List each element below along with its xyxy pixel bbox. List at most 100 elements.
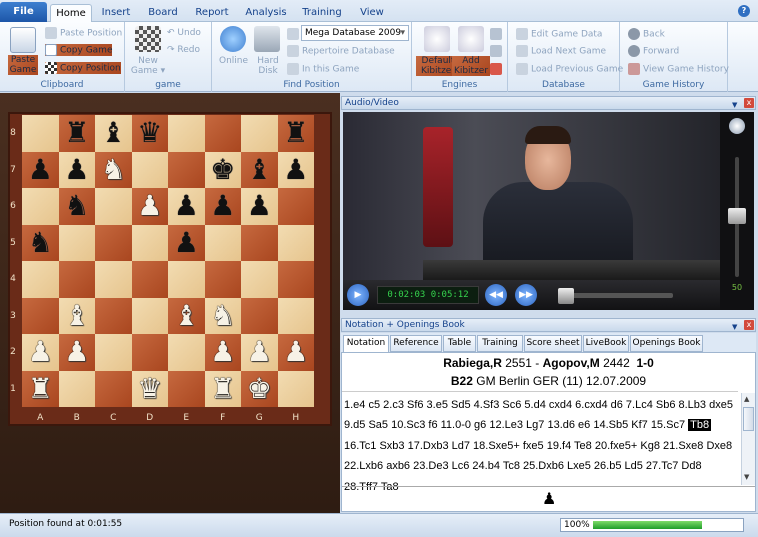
black-piece-h8[interactable]: ♜ [278, 115, 315, 152]
black-piece-h7[interactable]: ♟ [278, 152, 315, 189]
black-piece-b6[interactable]: ♞ [59, 188, 96, 225]
close-icon[interactable]: x [744, 98, 754, 108]
repertoire-database-button[interactable]: Repertoire Database [287, 45, 395, 57]
speaker-icon[interactable] [729, 118, 745, 134]
square-f5[interactable] [204, 224, 241, 261]
square-f8[interactable] [204, 115, 241, 152]
scrollbar-thumb[interactable] [743, 407, 754, 431]
tab-openings-book[interactable]: Openings Book [630, 335, 703, 352]
square-c5[interactable] [95, 224, 132, 261]
moves-before[interactable]: 1.e4 c5 2.c3 Sf6 3.e5 Sd5 4.Sf3 Sc6 5.d4… [344, 399, 733, 431]
tab-table[interactable]: Table [443, 335, 476, 352]
square-h6[interactable] [277, 188, 314, 225]
white-piece-b2[interactable]: ♟ [59, 334, 96, 371]
tab-report[interactable]: Report [193, 4, 231, 22]
white-piece-d1[interactable]: ♛ [132, 371, 169, 408]
square-g3[interactable] [241, 297, 278, 334]
tab-livebook[interactable]: LiveBook [583, 335, 629, 352]
white-piece-g1[interactable]: ♚ [241, 371, 278, 408]
black-piece-c8[interactable]: ♝ [95, 115, 132, 152]
view-game-history-button[interactable]: View Game History [628, 63, 729, 75]
database-select[interactable]: Mega Database 2009 ▾ [301, 25, 409, 41]
square-e7[interactable] [168, 151, 205, 188]
square-h4[interactable] [277, 261, 314, 298]
pin-icon[interactable]: ▼ [732, 99, 737, 111]
square-h1[interactable] [277, 370, 314, 407]
current-move[interactable]: Tb8 [688, 419, 712, 432]
white-piece-d6[interactable]: ♟ [132, 188, 169, 225]
square-h3[interactable] [277, 297, 314, 334]
help-button[interactable]: ? [738, 5, 750, 17]
square-e8[interactable] [168, 115, 205, 152]
uci-engine-icon[interactable] [490, 63, 502, 75]
moves-after[interactable]: 16.Tc1 Sxb3 17.Dxb3 Ld7 18.Sxe5+ fxe5 19… [344, 440, 732, 493]
notation-scrollbar[interactable]: ▲ ▼ [741, 393, 755, 485]
load-next-game-button[interactable]: Load Next Game [516, 45, 606, 57]
undo-button[interactable]: ↶ Undo [167, 28, 201, 38]
square-a8[interactable] [22, 115, 59, 152]
square-d5[interactable] [131, 224, 168, 261]
close-icon[interactable]: x [744, 320, 754, 330]
black-piece-a7[interactable]: ♟ [22, 152, 59, 189]
white-piece-f2[interactable]: ♟ [205, 334, 242, 371]
white-piece-g2[interactable]: ♟ [241, 334, 278, 371]
video-frame[interactable] [343, 112, 720, 280]
engine-list-icon[interactable] [490, 45, 502, 57]
tab-view[interactable]: View [357, 4, 387, 22]
square-f4[interactable] [204, 261, 241, 298]
tab-analysis[interactable]: Analysis [244, 4, 288, 22]
black-piece-b8[interactable]: ♜ [59, 115, 96, 152]
volume-slider-thumb[interactable] [728, 208, 746, 224]
black-piece-g7[interactable]: ♝ [241, 152, 278, 189]
black-piece-e6[interactable]: ♟ [168, 188, 205, 225]
file-tab[interactable]: File [0, 2, 47, 22]
load-previous-game-button[interactable]: Load Previous Game [516, 63, 623, 75]
move-list[interactable]: 1.e4 c5 2.c3 Sf6 3.e5 Sd5 4.Sf3 Sc6 5.d4… [344, 395, 737, 497]
square-e4[interactable] [168, 261, 205, 298]
redo-button[interactable]: ↷ Redo [167, 45, 200, 55]
tab-training[interactable]: Training [300, 4, 344, 22]
fast-forward-button[interactable]: ▶▶ [515, 284, 537, 306]
scroll-down-icon[interactable]: ▼ [744, 473, 749, 481]
square-b5[interactable] [58, 224, 95, 261]
square-a4[interactable] [22, 261, 59, 298]
square-g4[interactable] [241, 261, 278, 298]
tab-board[interactable]: Board [144, 4, 182, 22]
white-piece-h2[interactable]: ♟ [278, 334, 315, 371]
paste-position-button[interactable]: Paste Position [45, 27, 122, 39]
square-d2[interactable] [131, 334, 168, 371]
black-piece-e5[interactable]: ♟ [168, 225, 205, 262]
square-e1[interactable] [168, 370, 205, 407]
scroll-up-icon[interactable]: ▲ [744, 395, 749, 403]
black-piece-f6[interactable]: ♟ [205, 188, 242, 225]
square-c6[interactable] [95, 188, 132, 225]
in-this-game-button[interactable]: In this Game [287, 63, 359, 75]
engine-settings-icon[interactable] [490, 28, 502, 40]
black-piece-a5[interactable]: ♞ [22, 225, 59, 262]
back-button[interactable]: Back [628, 28, 665, 40]
paste-game-button[interactable]: Paste Game [8, 55, 38, 75]
square-b1[interactable] [58, 370, 95, 407]
square-d3[interactable] [131, 297, 168, 334]
hard-disk-button[interactable]: Hard Disk [254, 56, 282, 76]
square-c2[interactable] [95, 334, 132, 371]
white-piece-a1[interactable]: ♜ [22, 371, 59, 408]
square-c1[interactable] [95, 370, 132, 407]
white-piece-e3[interactable]: ♝ [168, 298, 205, 335]
square-c4[interactable] [95, 261, 132, 298]
square-b4[interactable] [58, 261, 95, 298]
square-d4[interactable] [131, 261, 168, 298]
square-h5[interactable] [277, 224, 314, 261]
tab-score-sheet[interactable]: Score sheet [524, 335, 582, 352]
white-piece-b3[interactable]: ♝ [59, 298, 96, 335]
forward-button[interactable]: Forward [628, 45, 679, 57]
square-a6[interactable] [22, 188, 59, 225]
square-g8[interactable] [241, 115, 278, 152]
white-piece-c7[interactable]: ♞ [95, 152, 132, 189]
play-button[interactable]: ▶ [347, 284, 369, 306]
copy-position-button[interactable]: Copy Position [45, 62, 121, 74]
black-piece-g6[interactable]: ♟ [241, 188, 278, 225]
square-e2[interactable] [168, 334, 205, 371]
black-piece-d8[interactable]: ♛ [132, 115, 169, 152]
rewind-button[interactable]: ◀◀ [485, 284, 507, 306]
